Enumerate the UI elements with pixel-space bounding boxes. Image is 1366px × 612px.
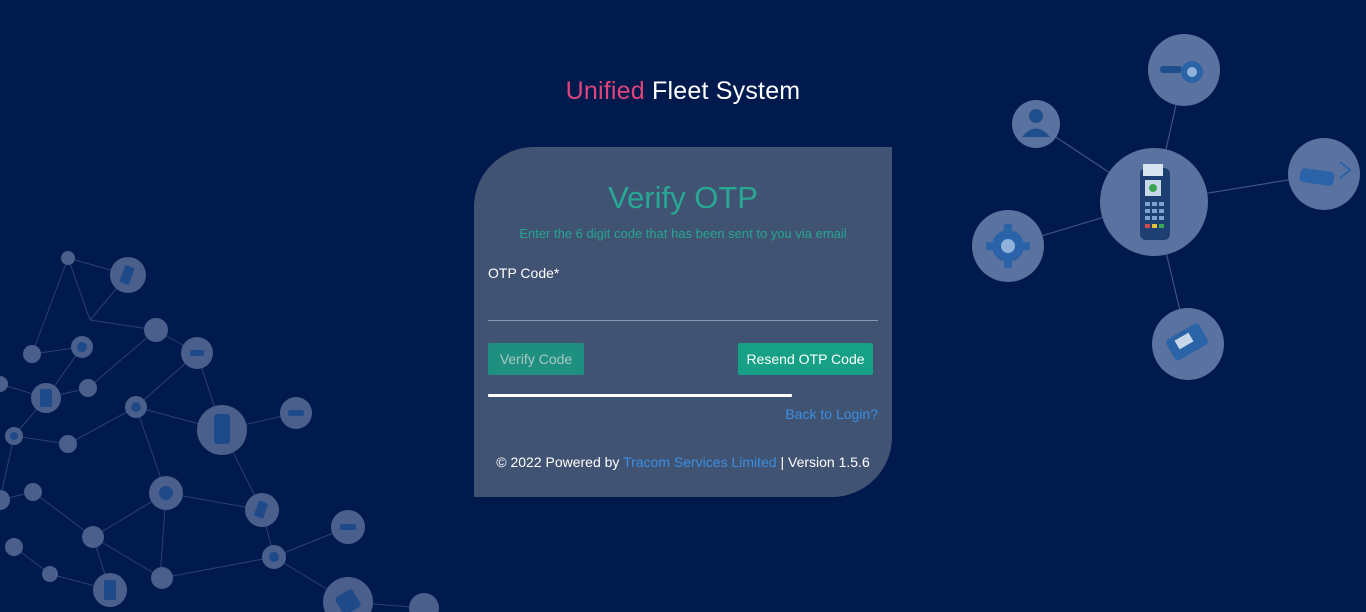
gear-icon (972, 210, 1044, 282)
card-subtitle: Enter the 6 digit code that has been sen… (519, 226, 847, 241)
countdown-progress-bar (488, 394, 792, 397)
verify-code-button[interactable]: Verify Code (488, 343, 584, 375)
app-title-main: Fleet System (652, 77, 801, 105)
user-icon (1012, 100, 1060, 148)
otp-code-label: OTP Code* (488, 265, 560, 281)
app-title-accent: Unified (565, 77, 645, 105)
company-link[interactable]: Tracom Services Limited (623, 454, 777, 470)
footer-prefix: © 2022 Powered by (496, 454, 624, 470)
verify-otp-card: Verify OTP Enter the 6 digit code that h… (474, 147, 892, 497)
footer-suffix: | Version 1.5.6 (776, 454, 870, 470)
card-swipe-icon (1288, 138, 1360, 210)
pos-terminal-icon (1100, 148, 1208, 256)
card-title: Verify OTP (608, 180, 758, 215)
back-to-login-link[interactable]: Back to Login? (785, 406, 878, 422)
app-title: Unified Fleet System (0, 77, 1366, 106)
card-terminal-icon (1152, 308, 1224, 380)
resend-otp-button[interactable]: Resend OTP Code (738, 343, 873, 375)
footer: © 2022 Powered by Tracom Services Limite… (474, 454, 892, 470)
otp-code-input[interactable] (488, 289, 878, 321)
